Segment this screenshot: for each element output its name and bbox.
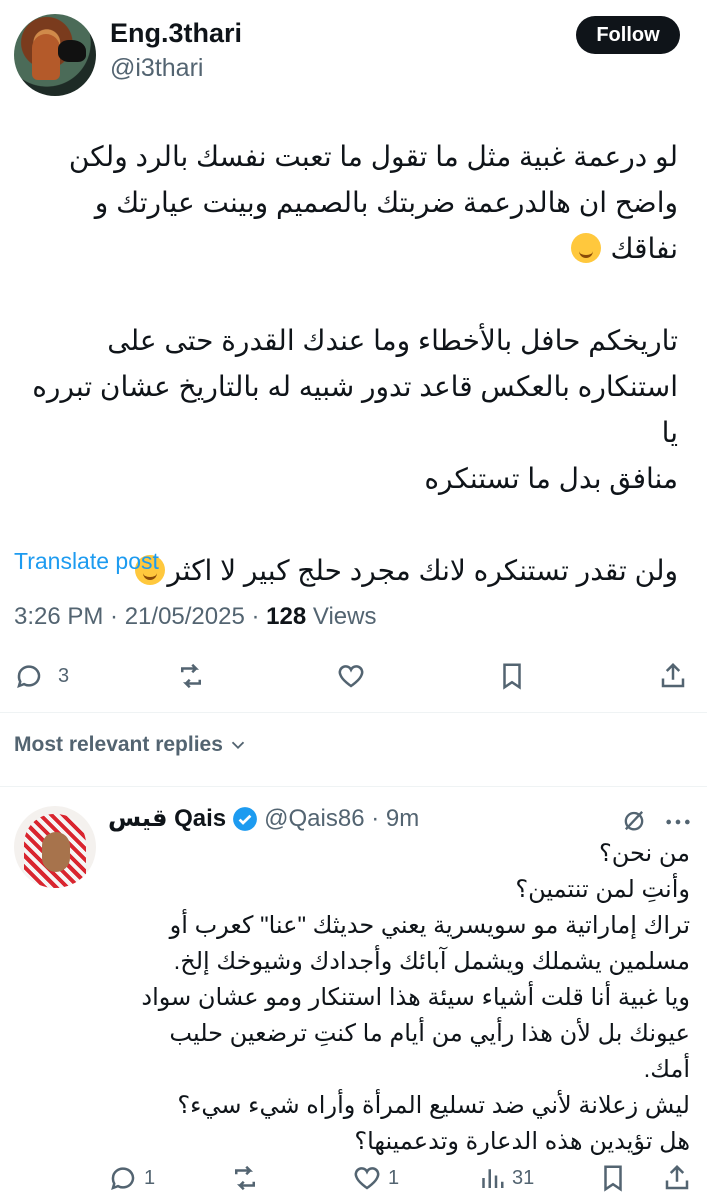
reply-count: 3: [58, 664, 70, 687]
heart-icon: [338, 665, 364, 688]
reply-like-button[interactable]: 1: [352, 1163, 399, 1193]
divider: [0, 712, 707, 713]
tweet-time[interactable]: 3:26 PM · 21/05/2025 ·: [14, 603, 266, 630]
share-button[interactable]: [658, 661, 688, 691]
melting-face-emoji-icon: [570, 233, 601, 263]
retweet-button[interactable]: [176, 661, 206, 691]
reply-reply-count: 1: [144, 1166, 156, 1189]
retweet-icon: [181, 663, 201, 689]
comment-icon: [111, 1167, 135, 1191]
reply-retweet-button[interactable]: [230, 1163, 260, 1193]
reply-button[interactable]: 3: [14, 661, 69, 691]
reply-views-button[interactable]: 31: [476, 1163, 534, 1193]
reply-text: من نحن؟ وأنتِ لمن تنتمين؟ تراك إماراتية …: [141, 840, 690, 1155]
grok-button[interactable]: [620, 806, 648, 839]
views-count: 128: [266, 603, 307, 630]
follow-button[interactable]: Follow: [576, 16, 680, 54]
replies-sort-label: Most relevant replies: [14, 733, 223, 756]
retweet-icon: [235, 1165, 255, 1191]
verified-badge-icon: [233, 806, 258, 831]
more-options-button[interactable]: [664, 812, 692, 837]
heart-icon: [354, 1167, 380, 1190]
bookmark-icon: [503, 663, 521, 690]
grok-icon: [624, 811, 644, 831]
tweet-text-part-2: تاريخكم حافل بالأخطاء وما عندك القدرة حت…: [32, 325, 678, 586]
bookmark-icon: [604, 1165, 622, 1192]
views-chart-icon: [482, 1169, 504, 1188]
author-name[interactable]: Eng.3thari: [110, 18, 242, 49]
views-label: Views: [306, 603, 377, 630]
author-handle[interactable]: @i3thari: [110, 54, 203, 83]
comment-icon: [17, 665, 41, 689]
replies-sort-dropdown[interactable]: Most relevant replies: [14, 733, 249, 757]
chevron-down-icon: [231, 741, 245, 750]
share-icon: [665, 1164, 689, 1190]
reply-like-count: 1: [388, 1166, 400, 1189]
tweet-text: لو درعمة غبية مثل ما تقول ما تعبت نفسك ب…: [14, 134, 678, 594]
reply-avatar[interactable]: [14, 806, 96, 888]
reply-share-button[interactable]: [662, 1163, 692, 1193]
bookmark-button[interactable]: [497, 661, 527, 691]
reply-author-name[interactable]: قيس Qais: [108, 804, 226, 833]
tweet-meta: 3:26 PM · 21/05/2025 · 128 Views: [14, 603, 376, 631]
author-avatar[interactable]: [14, 14, 96, 96]
reply-reply-button[interactable]: 1: [108, 1163, 155, 1193]
divider: [0, 786, 707, 787]
more-icon: [666, 819, 690, 825]
share-icon: [661, 662, 685, 688]
reply-bookmark-button[interactable]: [598, 1163, 628, 1193]
reply-header: قيس Qais @Qais86 · 9m: [108, 804, 419, 833]
reply-handle-time[interactable]: @Qais86 · 9m: [264, 805, 419, 833]
reply-views-count: 31: [512, 1166, 535, 1189]
like-button[interactable]: [336, 661, 366, 691]
translate-post-link[interactable]: Translate post: [14, 548, 159, 575]
